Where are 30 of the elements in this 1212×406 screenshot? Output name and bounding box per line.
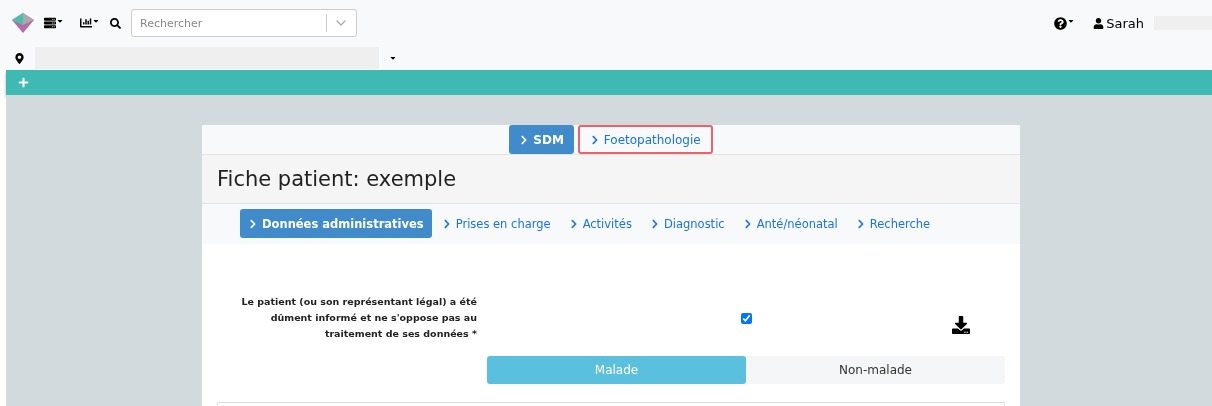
module-tab[interactable]: SDM [509, 125, 574, 154]
section-tab[interactable]: Diagnostic [641, 209, 733, 238]
chevron-icon [568, 218, 579, 229]
chevron-icon [649, 218, 660, 229]
chevron-icon [248, 218, 258, 229]
help-icon[interactable] [1054, 16, 1076, 30]
chevron-icon [855, 218, 866, 229]
status-option[interactable]: Non-malade [746, 356, 1005, 384]
section-tab[interactable]: Données administratives [240, 209, 432, 238]
section-tab[interactable]: Recherche [847, 209, 939, 238]
caret-icon[interactable] [389, 54, 397, 62]
page-title: Fiche patient: exemple [217, 167, 457, 191]
chevron-icon [441, 218, 452, 229]
location-pin-icon [14, 52, 25, 64]
module-tab[interactable]: Foetopathologie [577, 125, 713, 154]
consent-label: Le patient (ou son représentant légal) a été dûment informé et ne s'oppose pas au traitement de ses données * [240, 295, 477, 341]
search-icon [110, 17, 121, 29]
search-field[interactable]: Rechercher [131, 9, 357, 37]
consent-checkbox[interactable] [741, 312, 752, 324]
download-icon[interactable] [952, 316, 970, 334]
chevron-icon [589, 134, 600, 145]
chart-icon[interactable] [80, 17, 100, 29]
section-tab[interactable]: Anté/néonatal [734, 209, 846, 238]
section-tab[interactable]: Activités [560, 209, 640, 238]
user-name[interactable]: Sarah [1106, 15, 1144, 31]
chevron-icon [742, 218, 753, 229]
menu-icon[interactable] [44, 17, 64, 29]
app-logo-icon[interactable] [12, 13, 34, 33]
section-tab[interactable]: Prises en charge [433, 209, 559, 238]
user-icon [1093, 17, 1105, 29]
